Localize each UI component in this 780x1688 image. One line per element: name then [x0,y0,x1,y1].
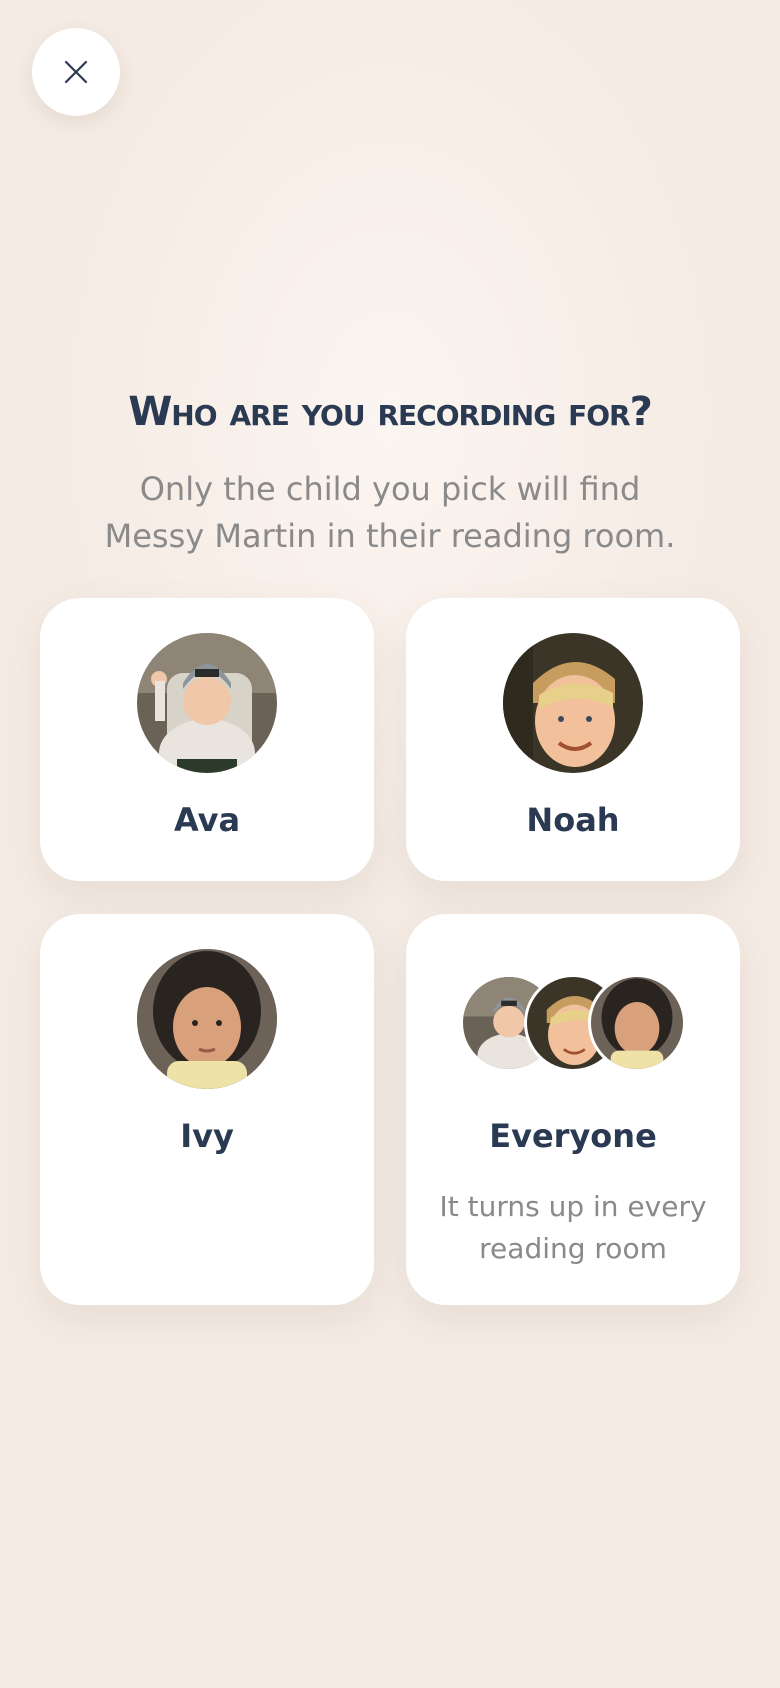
everyone-description: It turns up in every reading room [439,1190,707,1265]
child-avatar-ivy [137,949,277,1089]
everyone-card[interactable]: Everyone It turns up in every reading ro… [406,914,740,1305]
child-name-noah: Noah [526,801,620,839]
child-card-ivy[interactable]: Ivy [40,914,374,1305]
page-subtitle: Only the child you pick will find Messy … [104,470,676,555]
child-avatar-noah [503,633,643,773]
child-avatar-ava [137,633,277,773]
child-card-noah[interactable]: Noah [406,598,740,881]
child-card-ava[interactable]: Ava [40,598,374,881]
mini-avatar-ivy [588,974,686,1072]
page-title: Who are you recording for? [128,389,653,435]
everyone-avatars [460,974,686,1072]
child-name-ava: Ava [173,801,241,839]
close-button[interactable] [32,28,120,116]
everyone-title: Everyone [489,1117,657,1155]
close-icon [64,60,88,84]
child-name-ivy: Ivy [180,1117,234,1155]
